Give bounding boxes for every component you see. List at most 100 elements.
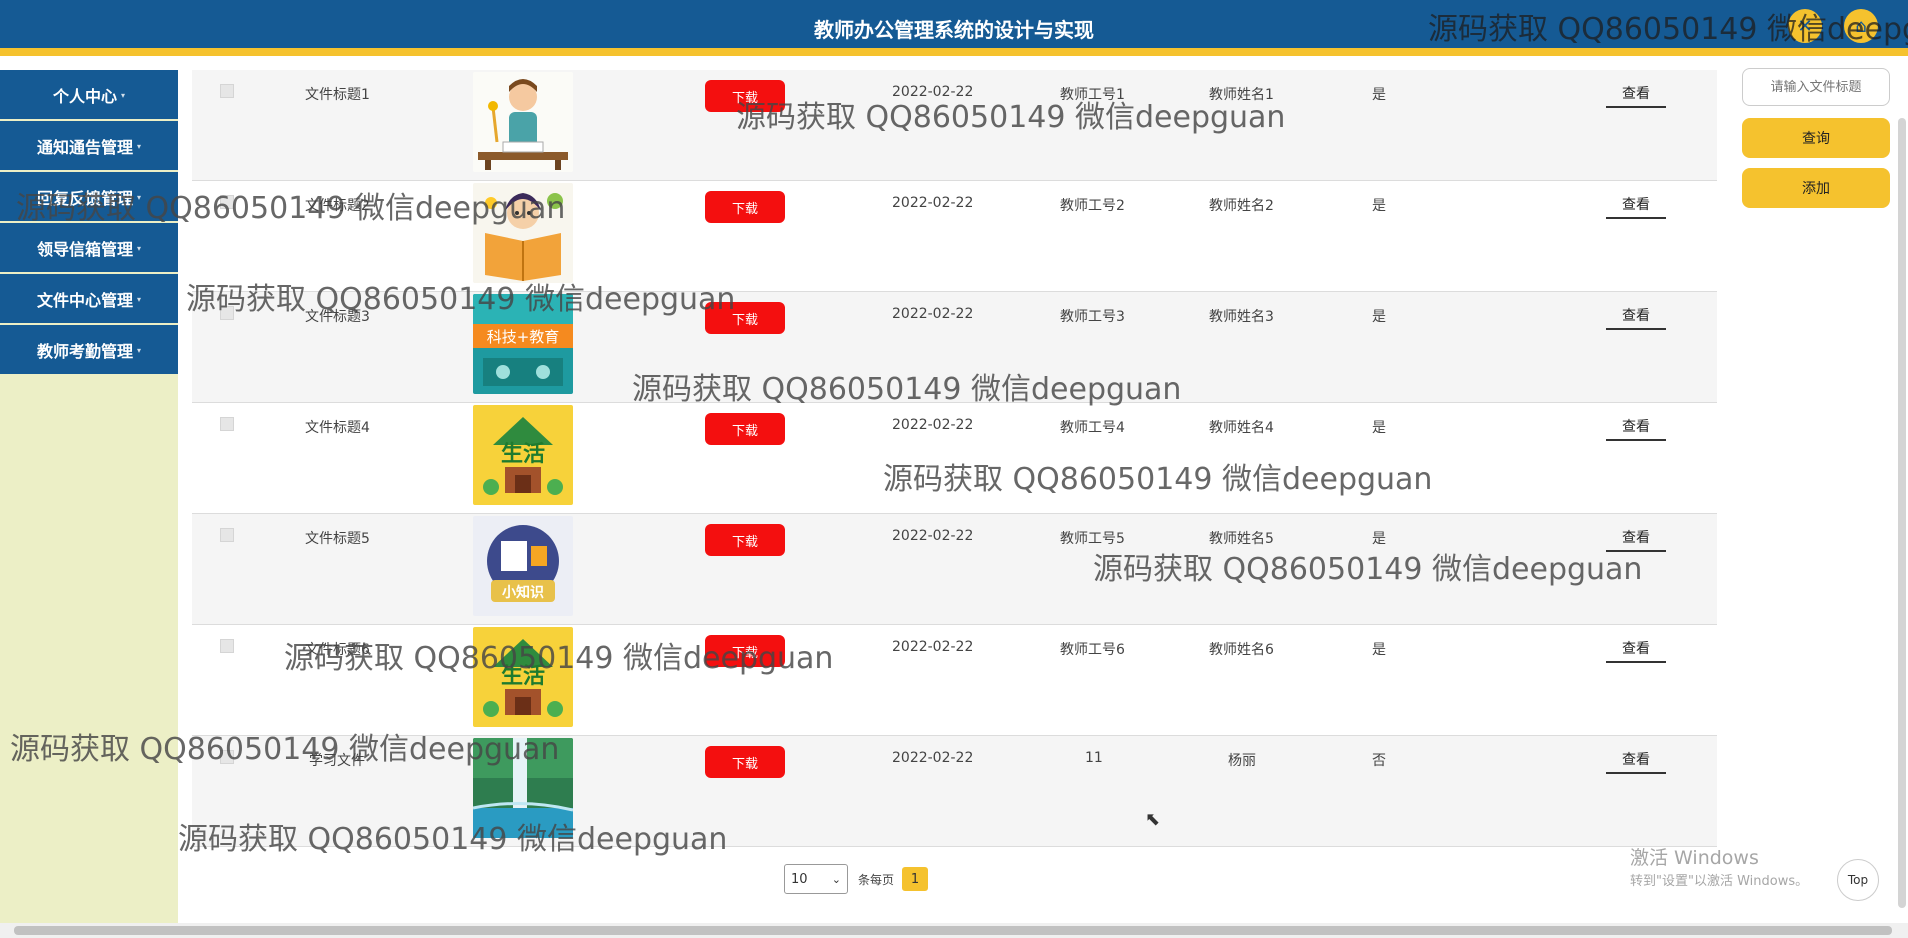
teacher-number: 11	[1085, 750, 1103, 766]
teacher-number: 教师工号2	[1060, 198, 1125, 214]
user-icon[interactable]: ⌂	[1844, 9, 1878, 43]
teacher-number: 教师工号6	[1060, 642, 1125, 658]
sidebar: 个人中心 ▾ 通知通告管理 ▾ 回复反馈管理 ▾ 领导信箱管理 ▾ 文件中心管理 ▾ 教师…	[0, 70, 178, 923]
flag-value: 是	[1372, 198, 1386, 214]
view-button[interactable]: 查看	[1606, 191, 1666, 219]
download-button[interactable]: 下载	[705, 524, 785, 556]
flag-value: 是	[1372, 642, 1386, 658]
chevron-down-icon: ▾	[137, 293, 142, 304]
chevron-down-icon: ▾	[137, 140, 142, 151]
current-page-button[interactable]: 1	[902, 867, 928, 891]
date: 2022-02-22	[892, 750, 974, 766]
file-title: 文件标题2	[305, 198, 370, 214]
windows-activation-title: 激活 Windows	[1630, 847, 1759, 869]
file-thumbnail: 科技+教育	[473, 294, 573, 394]
chevron-down-icon: ⌄	[831, 872, 841, 886]
back-to-top-button[interactable]: Top	[1837, 859, 1879, 901]
query-button[interactable]: 查询	[1742, 118, 1890, 158]
date: 2022-02-22	[892, 195, 974, 211]
table-row: 文件标题3 科技+教育 下载 2022-02-22 教师工号3 教师姓名3 是 …	[192, 292, 1717, 403]
teacher-name: 教师姓名2	[1209, 198, 1274, 214]
sidebar-item-notice[interactable]: 通知通告管理 ▾	[0, 121, 178, 170]
flag-value: 是	[1372, 309, 1386, 325]
row-checkbox[interactable]	[220, 306, 234, 320]
teacher-name: 教师姓名1	[1209, 87, 1274, 103]
view-button[interactable]: 查看	[1606, 302, 1666, 330]
file-thumbnail	[473, 738, 573, 838]
row-checkbox[interactable]	[220, 417, 234, 431]
teacher-number: 教师工号4	[1060, 420, 1125, 436]
file-title: 文件标题6	[305, 642, 370, 658]
download-button[interactable]: 下载	[705, 746, 785, 778]
teacher-number: 教师工号1	[1060, 87, 1125, 103]
date: 2022-02-22	[892, 84, 974, 100]
table-row: 文件标题2 下载 2022-02-22 教师工号2 教师姓名2 是 查看	[192, 181, 1717, 292]
row-checkbox[interactable]	[220, 750, 234, 764]
file-thumbnail: 生活	[473, 627, 573, 727]
close-icon[interactable]: ✕	[1788, 9, 1822, 43]
view-button[interactable]: 查看	[1606, 524, 1666, 552]
teacher-number: 教师工号5	[1060, 531, 1125, 547]
sidebar-item-personal-center[interactable]: 个人中心 ▾	[0, 70, 178, 119]
page-size-value: 10	[791, 871, 808, 887]
file-title: 文件标题4	[305, 420, 370, 436]
download-button[interactable]: 下载	[705, 80, 785, 112]
teacher-name: 教师姓名6	[1209, 642, 1274, 658]
sidebar-item-mailbox[interactable]: 领导信箱管理 ▾	[0, 223, 178, 272]
page-title: 教师办公管理系统的设计与实现	[814, 18, 1094, 42]
file-thumbnail	[473, 183, 573, 283]
file-thumbnail: 生活	[473, 405, 573, 505]
download-button[interactable]: 下载	[705, 413, 785, 445]
chevron-down-icon: ▾	[121, 89, 126, 100]
sidebar-item-attendance[interactable]: 教师考勤管理 ▾	[0, 325, 178, 374]
horizontal-scrollbar-thumb[interactable]	[14, 926, 1892, 935]
date: 2022-02-22	[892, 306, 974, 322]
row-checkbox[interactable]	[220, 639, 234, 653]
sidebar-item-files[interactable]: 文件中心管理 ▾	[0, 274, 178, 323]
teacher-number: 教师工号3	[1060, 309, 1125, 325]
date: 2022-02-22	[892, 528, 974, 544]
row-checkbox[interactable]	[220, 195, 234, 209]
sidebar-item-feedback[interactable]: 回复反馈管理 ▾	[0, 172, 178, 221]
view-button[interactable]: 查看	[1606, 635, 1666, 663]
date: 2022-02-22	[892, 417, 974, 433]
table-row: 文件标题4 生活 下载 2022-02-22 教师工号4 教师姓名4 是 查看	[192, 403, 1717, 514]
top-header: 教师办公管理系统的设计与实现 ✕ ⌂	[0, 0, 1908, 56]
page-size-select[interactable]: 10 ⌄	[784, 864, 848, 894]
file-title: 学习文件	[309, 753, 365, 769]
download-button[interactable]: 下载	[705, 191, 785, 223]
teacher-name: 教师姓名3	[1209, 309, 1274, 325]
view-button[interactable]: 查看	[1606, 80, 1666, 108]
table-row: 文件标题1 下载 2022-02-22 教师工号1 教师姓名1 是 查看	[192, 70, 1717, 181]
add-button[interactable]: 添加	[1742, 168, 1890, 208]
chevron-down-icon: ▾	[137, 191, 142, 202]
download-button[interactable]: 下载	[705, 302, 785, 334]
file-thumbnail	[473, 72, 573, 172]
table-row: 文件标题5 小知识 下载 2022-02-22 教师工号5 教师姓名5 是 查看	[192, 514, 1717, 625]
thumbnail-text: 科技+教育	[487, 328, 560, 346]
per-page-label: 条每页	[858, 873, 895, 887]
thumbnail-text: 生活	[501, 442, 545, 467]
table-row: 文件标题6 生活 下载 2022-02-22 教师工号6 教师姓名6 是 查看	[192, 625, 1717, 736]
date: 2022-02-22	[892, 639, 974, 655]
download-button[interactable]: 下载	[705, 635, 785, 667]
horizontal-scrollbar[interactable]	[0, 923, 1908, 938]
vertical-scrollbar[interactable]	[1898, 118, 1906, 908]
view-button[interactable]: 查看	[1606, 413, 1666, 441]
row-checkbox[interactable]	[220, 528, 234, 542]
chevron-down-icon: ▾	[137, 344, 142, 355]
file-title: 文件标题5	[305, 531, 370, 547]
view-button[interactable]: 查看	[1606, 746, 1666, 774]
file-title: 文件标题3	[305, 309, 370, 325]
windows-activation-subtitle: 转到"设置"以激活 Windows。	[1630, 874, 1809, 889]
teacher-name: 教师姓名5	[1209, 531, 1274, 547]
file-title-search-input[interactable]	[1742, 68, 1890, 106]
flag-value: 是	[1372, 531, 1386, 547]
teacher-name: 杨丽	[1228, 753, 1256, 769]
flag-value: 是	[1372, 87, 1386, 103]
row-checkbox[interactable]	[220, 84, 234, 98]
thumbnail-text: 生活	[501, 664, 545, 689]
thumbnail-text: 小知识	[502, 584, 544, 601]
mouse-cursor-icon: ⬉	[1145, 809, 1161, 830]
chevron-down-icon: ▾	[137, 242, 142, 253]
